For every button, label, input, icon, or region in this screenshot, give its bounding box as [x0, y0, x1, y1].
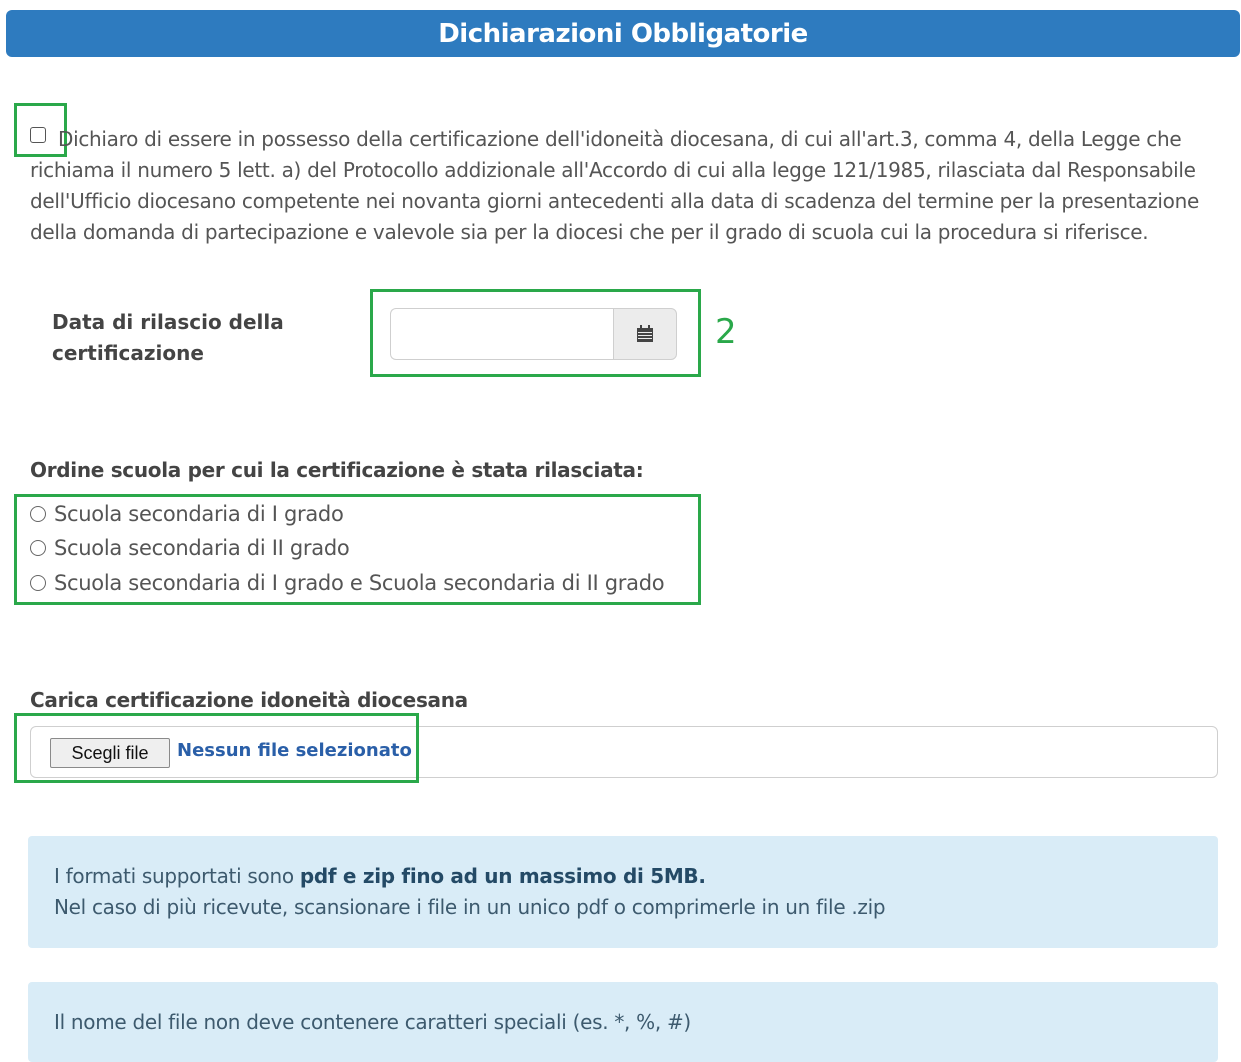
info-filename: Il nome del file non deve contenere cara…	[28, 982, 1218, 1062]
radio-button[interactable]	[30, 540, 46, 556]
radio-button[interactable]	[30, 575, 46, 591]
section-header: Dichiarazioni Obbligatorie	[6, 10, 1240, 57]
info-formats: I formati supportati sono pdf e zip fino…	[28, 836, 1218, 948]
radio-label: Scuola secondaria di I grado e Scuola se…	[54, 571, 665, 595]
calendar-button[interactable]	[613, 308, 677, 360]
radio-option-3[interactable]: Scuola secondaria di I grado e Scuola se…	[30, 566, 665, 600]
radio-option-2[interactable]: Scuola secondaria di II grado	[30, 531, 350, 565]
upload-label: Carica certificazione idoneità diocesana	[30, 688, 468, 712]
release-date-input[interactable]	[390, 308, 614, 360]
calendar-icon	[637, 325, 653, 342]
file-status: Nessun file selezionato	[177, 740, 412, 761]
info-formats-line1: I formati supportati sono pdf e zip fino…	[54, 864, 706, 888]
annotation-marker: 2	[715, 312, 737, 352]
section-title: Dichiarazioni Obbligatorie	[438, 18, 808, 49]
radio-button[interactable]	[30, 506, 46, 522]
radio-label: Scuola secondaria di II grado	[54, 536, 350, 560]
release-date-label: Data di rilascio della certificazione	[52, 310, 284, 365]
radio-label: Scuola secondaria di I grado	[54, 502, 344, 526]
info-filename-text: Il nome del file non deve contenere cara…	[54, 1010, 691, 1034]
choose-file-button[interactable]: Scegli file	[50, 738, 170, 768]
info-formats-line2: Nel caso di più ricevute, scansionare i …	[54, 895, 886, 919]
declaration-text: Dichiaro di essere in possesso della cer…	[30, 127, 1199, 244]
school-order-label: Ordine scuola per cui la certificazione …	[30, 458, 644, 482]
radio-option-1[interactable]: Scuola secondaria di I grado	[30, 497, 344, 531]
